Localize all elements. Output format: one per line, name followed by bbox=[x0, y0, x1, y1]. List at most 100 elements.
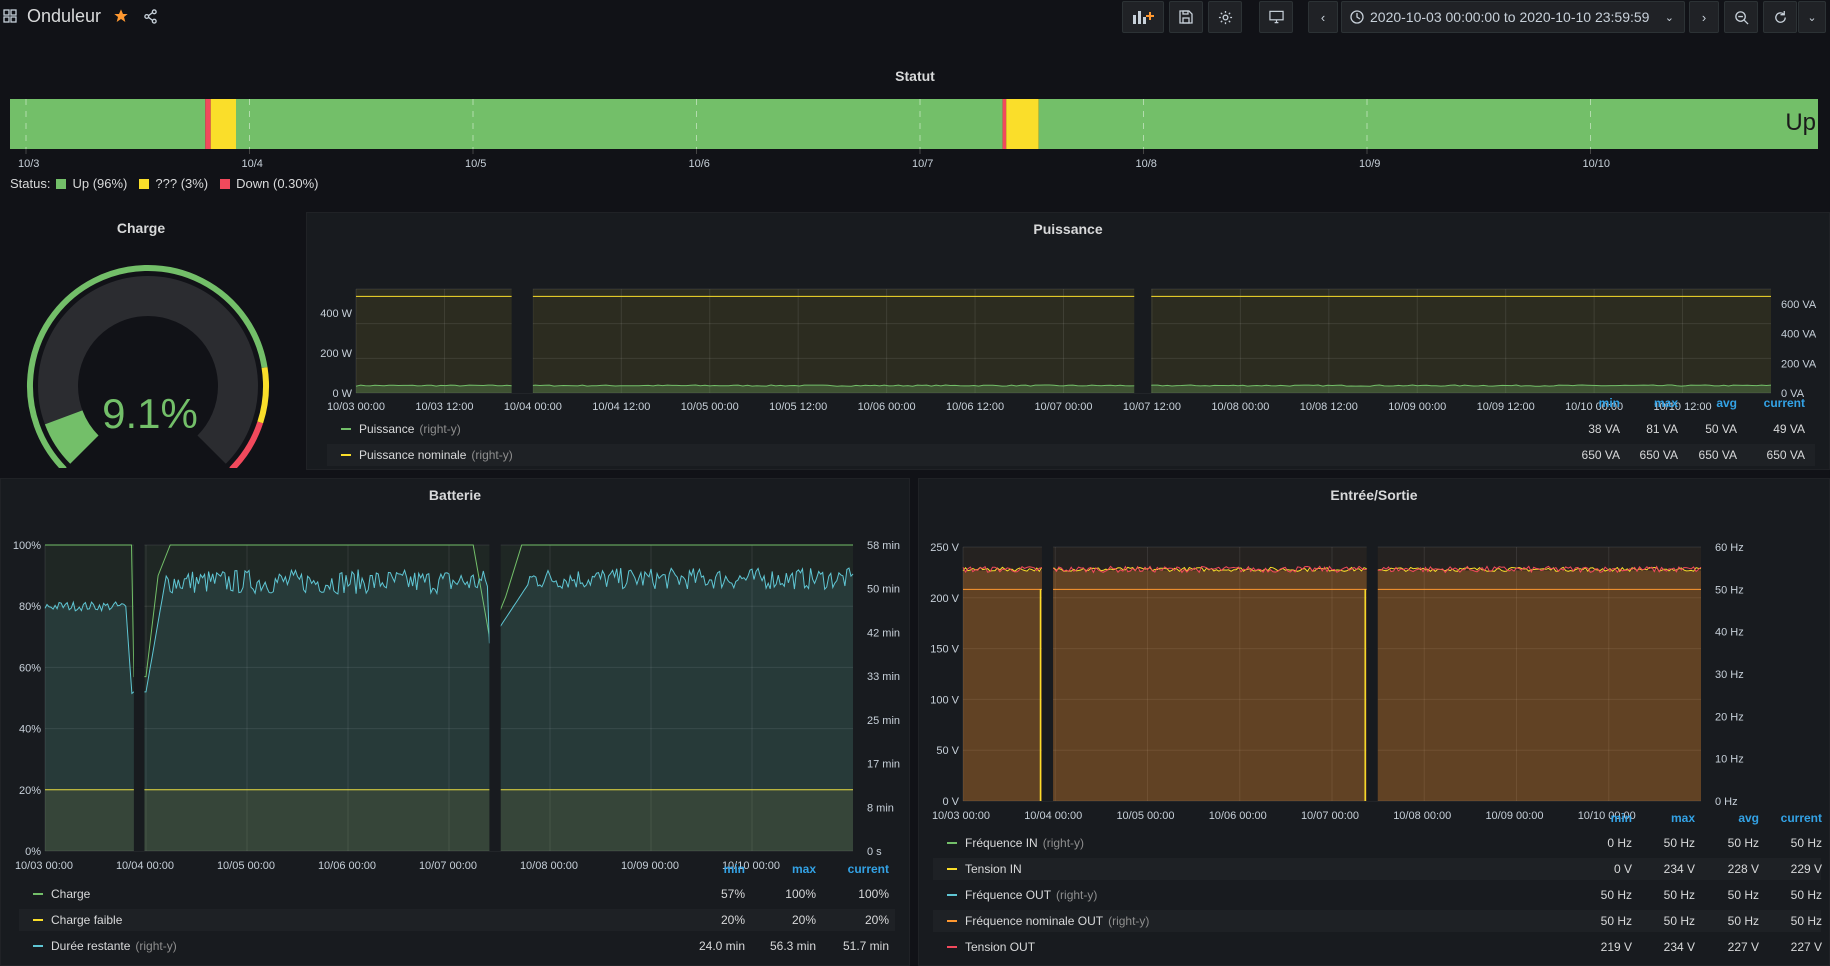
top-bar: Onduleur ‹ 2020-10-03 00:00:00 to 2020-1… bbox=[0, 0, 1830, 34]
legend-header-avg[interactable]: avg bbox=[1677, 396, 1737, 410]
x-tick-label: 10/08 00:00 bbox=[520, 860, 578, 872]
y-right-tick-label: 50 min bbox=[867, 584, 900, 596]
legend-swatch-unknown bbox=[139, 178, 150, 189]
x-tick-label: 10/05 00:00 bbox=[1116, 810, 1174, 822]
legend-row[interactable]: Durée restante (right-y) 24.0 min 56.3 min 5… bbox=[19, 935, 895, 957]
refresh-interval-dropdown[interactable]: ⌄ bbox=[1798, 1, 1826, 33]
legend-value-avg: 650 VA bbox=[1698, 448, 1737, 462]
legend-header-current[interactable]: current bbox=[1745, 396, 1805, 410]
y-right-tick-label: 20 Hz bbox=[1715, 711, 1744, 723]
dashboard-title[interactable]: Onduleur bbox=[27, 6, 101, 27]
legend-row[interactable]: Puissance (right-y) 38 VA 81 VA 50 VA 49 VA bbox=[327, 418, 1815, 440]
batterie-graph[interactable]: 0% 20% 40% 60% 80% 100% 0 s 8 min 17 min 25 min 33… bbox=[1, 509, 911, 899]
star-icon[interactable] bbox=[113, 8, 129, 27]
x-tick-label: 10/07 12:00 bbox=[1123, 401, 1181, 413]
legend-value-current: 20% bbox=[864, 913, 889, 927]
x-tick-label: 10/04 00:00 bbox=[116, 860, 174, 872]
legend-color-dash[interactable] bbox=[947, 894, 957, 896]
y-left-tick-label: 0 V bbox=[942, 796, 959, 808]
legend-item-unknown[interactable]: ??? (3%) bbox=[155, 176, 208, 191]
legend-color-dash[interactable] bbox=[33, 919, 43, 921]
legend-item-down[interactable]: Down (0.30%) bbox=[236, 176, 318, 191]
legend-item-up[interactable]: Up (96%) bbox=[72, 176, 127, 191]
legend-series-name[interactable]: Charge bbox=[51, 887, 90, 901]
legend-series-name[interactable]: Fréquence IN bbox=[965, 836, 1038, 850]
panel-title: Statut bbox=[895, 68, 935, 84]
legend-series-name[interactable]: Fréquence OUT bbox=[965, 888, 1051, 902]
legend-series-name[interactable]: Tension OUT bbox=[965, 940, 1035, 954]
legend-color-dash[interactable] bbox=[33, 945, 43, 947]
legend-value-min: 38 VA bbox=[1588, 422, 1620, 436]
refresh-button[interactable] bbox=[1763, 1, 1797, 33]
io-graph[interactable]: 0 V 50 V 100 V 150 V 200 V 250 V 0 Hz 10 Hz 20 H… bbox=[919, 509, 1830, 839]
legend-series-name[interactable]: Tension IN bbox=[965, 862, 1022, 876]
legend-series-name[interactable]: Fréquence nominale OUT bbox=[965, 914, 1103, 928]
legend-row[interactable]: Tension OUT 219 V 234 V 227 V 227 V bbox=[933, 936, 1822, 958]
save-dashboard-button[interactable] bbox=[1169, 1, 1203, 33]
status-tick-label: 10/5 bbox=[465, 158, 486, 170]
status-segment-6 bbox=[1038, 99, 1818, 149]
status-tick-label: 10/4 bbox=[242, 158, 263, 170]
legend-header-current[interactable]: current bbox=[1762, 811, 1822, 825]
legend-color-dash[interactable] bbox=[947, 920, 957, 922]
legend-color-dash[interactable] bbox=[341, 428, 351, 430]
legend-color-dash[interactable] bbox=[341, 454, 351, 456]
status-timeline[interactable]: 10/3 10/4 10/5 10/6 10/7 10/8 10/9 10/10 Up bbox=[10, 99, 1818, 170]
time-back-button[interactable]: ‹ bbox=[1308, 1, 1338, 33]
zoom-out-icon bbox=[1734, 10, 1749, 25]
x-tick-label: 10/06 00:00 bbox=[318, 860, 376, 872]
legend-swatch-up bbox=[56, 178, 67, 189]
legend-row[interactable]: Charge 57% 100% 100% bbox=[19, 883, 895, 905]
legend-row[interactable]: Puissance nominale (right-y) 650 VA 650 VA 6… bbox=[327, 444, 1815, 466]
x-tick-label: 10/05 00:00 bbox=[217, 860, 275, 872]
y-right-tick-label: 40 Hz bbox=[1715, 627, 1744, 639]
legend-row[interactable]: Fréquence OUT (right-y) 50 Hz 50 Hz 50 Hz 50 … bbox=[933, 884, 1822, 906]
time-picker-button[interactable]: 2020-10-03 00:00:00 to 2020-10-10 23:59:… bbox=[1341, 1, 1685, 33]
y-right-tick-label: 200 VA bbox=[1781, 358, 1817, 370]
y-right-tick-label: 0 s bbox=[867, 846, 882, 858]
legend-color-dash[interactable] bbox=[947, 868, 957, 870]
legend-value-current: 49 VA bbox=[1773, 422, 1805, 436]
x-tick-label: 10/09 12:00 bbox=[1477, 401, 1535, 413]
legend-color-dash[interactable] bbox=[947, 946, 957, 948]
legend-value-min: 24.0 min bbox=[698, 939, 745, 953]
status-legend: Status: Up (96%) ??? (3%) Down (0.30%) bbox=[10, 176, 319, 191]
legend-row[interactable]: Fréquence IN (right-y) 0 Hz 50 Hz 50 Hz 50 Hz bbox=[933, 832, 1822, 854]
chevron-right-icon: › bbox=[1701, 9, 1707, 25]
legend-color-dash[interactable] bbox=[947, 842, 957, 844]
legend-row[interactable]: Tension IN 0 V 234 V 228 V 229 V bbox=[933, 858, 1822, 880]
legend-header-max[interactable]: max bbox=[1618, 396, 1678, 410]
legend-color-dash[interactable] bbox=[33, 893, 43, 895]
y-right-tick-label: 0 Hz bbox=[1715, 796, 1738, 808]
status-legend-prefix: Status: bbox=[10, 176, 51, 191]
legend-series-name[interactable]: Puissance nominale bbox=[359, 448, 466, 462]
legend-header-avg[interactable]: avg bbox=[1699, 811, 1759, 825]
legend-header-min[interactable]: min bbox=[1560, 396, 1620, 410]
x-tick-label: 10/07 00:00 bbox=[419, 860, 477, 872]
legend-value-max: 81 VA bbox=[1646, 422, 1678, 436]
legend-row[interactable]: Charge faible 20% 20% 20% bbox=[19, 909, 895, 931]
legend-header-current[interactable]: current bbox=[829, 862, 889, 876]
legend-row[interactable]: Fréquence nominale OUT (right-y) 50 Hz 50 H… bbox=[933, 910, 1822, 932]
x-tick-label: 10/04 12:00 bbox=[592, 401, 650, 413]
legend-header-max[interactable]: max bbox=[756, 862, 816, 876]
legend-series-name[interactable]: Durée restante bbox=[51, 939, 130, 953]
status-tick-label: 10/7 bbox=[912, 158, 933, 170]
zoom-out-button[interactable] bbox=[1724, 1, 1758, 33]
y-left-tick-label: 400 W bbox=[320, 308, 352, 320]
settings-button[interactable] bbox=[1208, 1, 1242, 33]
time-forward-button[interactable]: › bbox=[1689, 1, 1719, 33]
y-left-tick-label: 100% bbox=[13, 540, 41, 552]
puissance-gap-1 bbox=[511, 287, 533, 393]
legend-series-name[interactable]: Puissance bbox=[359, 422, 414, 436]
legend-series-name[interactable]: Charge faible bbox=[51, 913, 122, 927]
panel-title: Charge bbox=[116, 220, 166, 236]
legend-header-min[interactable]: min bbox=[1572, 811, 1632, 825]
legend-header-max[interactable]: max bbox=[1635, 811, 1695, 825]
add-panel-button[interactable] bbox=[1122, 1, 1164, 33]
puissance-fill bbox=[356, 385, 1771, 393]
share-icon[interactable] bbox=[143, 9, 158, 27]
cycle-view-mode-button[interactable] bbox=[1259, 1, 1293, 33]
apps-grid-icon[interactable] bbox=[3, 9, 17, 23]
legend-header-min[interactable]: min bbox=[685, 862, 745, 876]
